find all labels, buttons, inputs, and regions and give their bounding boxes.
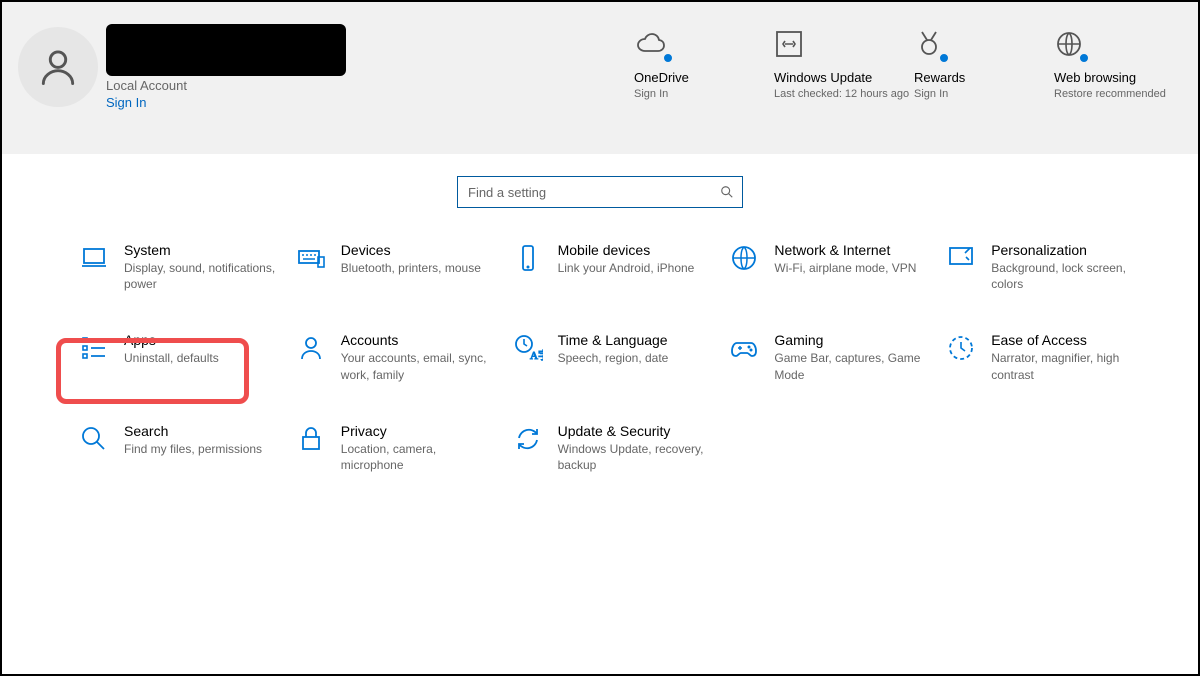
phone-icon bbox=[512, 242, 544, 274]
quick-card-windows-update[interactable]: Windows Update Last checked: 12 hours ag… bbox=[774, 24, 914, 101]
quick-card-web-browsing[interactable]: Web browsing Restore recommended bbox=[1054, 24, 1194, 101]
tile-desc: Uninstall, defaults bbox=[124, 350, 280, 366]
person-icon bbox=[36, 45, 80, 89]
tile-title: Gaming bbox=[774, 332, 930, 348]
tile-privacy[interactable]: Privacy Location, camera, microphone bbox=[291, 419, 501, 477]
quick-title: OneDrive bbox=[634, 70, 689, 85]
quick-card-rewards[interactable]: Rewards Sign In bbox=[914, 24, 1054, 101]
category-grid: System Display, sound, notifications, po… bbox=[2, 238, 1198, 477]
tile-desc: Bluetooth, printers, mouse bbox=[341, 260, 497, 276]
quick-sub: Restore recommended bbox=[1054, 87, 1166, 101]
tile-mobile-devices[interactable]: Mobile devices Link your Android, iPhone bbox=[508, 238, 718, 296]
lock-icon bbox=[295, 423, 327, 455]
cloud-icon bbox=[634, 33, 668, 55]
tile-desc: Game Bar, captures, Game Mode bbox=[774, 350, 930, 382]
apps-list-icon bbox=[78, 332, 110, 364]
profile-area[interactable]: Local Account Sign In bbox=[18, 24, 634, 110]
quick-status-row: OneDrive Sign In Windows Update Last che… bbox=[634, 24, 1194, 101]
tile-apps[interactable]: Apps Uninstall, defaults bbox=[74, 328, 284, 386]
sync-icon bbox=[512, 423, 544, 455]
sign-in-link[interactable]: Sign In bbox=[106, 95, 346, 110]
tile-title: Update & Security bbox=[558, 423, 714, 439]
globe-icon bbox=[728, 242, 760, 274]
tile-title: Time & Language bbox=[558, 332, 714, 348]
tile-desc: Background, lock screen, colors bbox=[991, 260, 1147, 292]
quick-title: Web browsing bbox=[1054, 70, 1136, 85]
tile-title: Network & Internet bbox=[774, 242, 930, 258]
tile-desc: Location, camera, microphone bbox=[341, 441, 497, 473]
tile-time-language[interactable]: A字 Time & Language Speech, region, date bbox=[508, 328, 718, 386]
tile-desc: Link your Android, iPhone bbox=[558, 260, 714, 276]
tile-title: Privacy bbox=[341, 423, 497, 439]
tile-network[interactable]: Network & Internet Wi-Fi, airplane mode,… bbox=[724, 238, 934, 296]
quick-sub: Last checked: 12 hours ago bbox=[774, 87, 909, 101]
settings-header: Local Account Sign In OneDrive Sign In W… bbox=[2, 2, 1198, 154]
quick-sub: Sign In bbox=[914, 87, 948, 101]
tile-desc: Your accounts, email, sync, work, family bbox=[341, 350, 497, 382]
quick-sub: Sign In bbox=[634, 87, 668, 101]
tile-gaming[interactable]: Gaming Game Bar, captures, Game Mode bbox=[724, 328, 934, 386]
tile-title: Personalization bbox=[991, 242, 1147, 258]
svg-text:A字: A字 bbox=[530, 348, 543, 362]
tile-update-security[interactable]: Update & Security Windows Update, recove… bbox=[508, 419, 718, 477]
search-icon bbox=[720, 185, 734, 199]
tile-ease-of-access[interactable]: Ease of Access Narrator, magnifier, high… bbox=[941, 328, 1151, 386]
avatar bbox=[18, 27, 98, 107]
update-icon bbox=[774, 29, 804, 59]
username-redacted bbox=[106, 24, 346, 76]
tile-desc: Wi-Fi, airplane mode, VPN bbox=[774, 260, 930, 276]
quick-title: Windows Update bbox=[774, 70, 872, 85]
tile-title: Mobile devices bbox=[558, 242, 714, 258]
tile-title: System bbox=[124, 242, 280, 258]
tile-desc: Windows Update, recovery, backup bbox=[558, 441, 714, 473]
tile-accounts[interactable]: Accounts Your accounts, email, sync, wor… bbox=[291, 328, 501, 386]
tile-system[interactable]: System Display, sound, notifications, po… bbox=[74, 238, 284, 296]
paint-icon bbox=[945, 242, 977, 274]
tile-desc: Find my files, permissions bbox=[124, 441, 280, 457]
laptop-icon bbox=[78, 242, 110, 274]
magnifier-icon bbox=[78, 423, 110, 455]
search-input[interactable] bbox=[458, 177, 742, 207]
tile-title: Apps bbox=[124, 332, 280, 348]
account-type: Local Account bbox=[106, 78, 346, 93]
ease-of-access-icon bbox=[945, 332, 977, 364]
gamepad-icon bbox=[728, 332, 760, 364]
person-icon bbox=[295, 332, 327, 364]
keyboard-icon bbox=[295, 242, 327, 274]
quick-title: Rewards bbox=[914, 70, 965, 85]
tile-personalization[interactable]: Personalization Background, lock screen,… bbox=[941, 238, 1151, 296]
tile-title: Search bbox=[124, 423, 280, 439]
tile-title: Ease of Access bbox=[991, 332, 1147, 348]
tile-devices[interactable]: Devices Bluetooth, printers, mouse bbox=[291, 238, 501, 296]
tile-desc: Speech, region, date bbox=[558, 350, 714, 366]
tile-title: Devices bbox=[341, 242, 497, 258]
search-box[interactable] bbox=[457, 176, 743, 208]
tile-search[interactable]: Search Find my files, permissions bbox=[74, 419, 284, 477]
quick-card-onedrive[interactable]: OneDrive Sign In bbox=[634, 24, 774, 101]
search-row bbox=[2, 176, 1198, 208]
tile-desc: Display, sound, notifications, power bbox=[124, 260, 280, 292]
tile-desc: Narrator, magnifier, high contrast bbox=[991, 350, 1147, 382]
tile-title: Accounts bbox=[341, 332, 497, 348]
time-language-icon: A字 bbox=[512, 332, 544, 364]
